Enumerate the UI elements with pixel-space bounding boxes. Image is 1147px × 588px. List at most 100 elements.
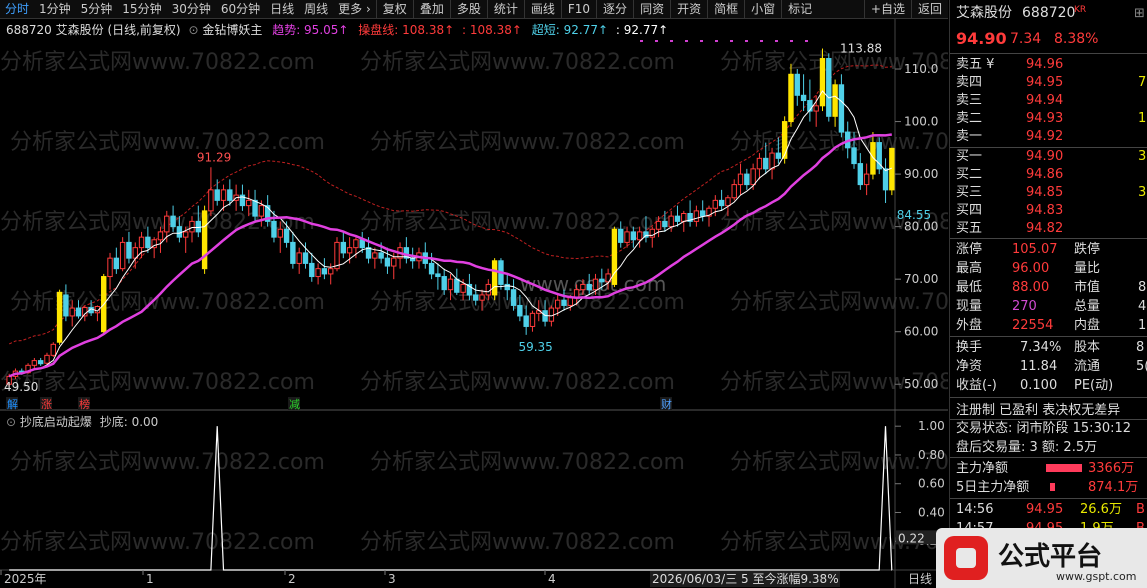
kline-chart[interactable]: 分析家公式网www.70822.com 分析家公式网www.70822.com 分析… xyxy=(0,19,948,588)
indicator-name[interactable]: 金钻博妖主 xyxy=(202,23,262,37)
stat-value-2: 8 xyxy=(1136,340,1145,355)
toolbar-item-5[interactable]: 60分钟 xyxy=(216,0,265,18)
bid-label: 买一 xyxy=(956,149,983,164)
event-tag[interactable]: 榜 xyxy=(79,397,90,411)
candle-body xyxy=(189,220,195,233)
candle-body xyxy=(794,73,800,96)
quote-row: 涨停 105.07 跌停 xyxy=(950,240,1147,259)
event-tag[interactable]: 涨 xyxy=(41,398,52,411)
watermark-text: 分析家公式网www.70822.com xyxy=(730,290,948,315)
stat-value-2: 4 xyxy=(1138,299,1147,314)
sub-tick-label: 0.40 xyxy=(918,505,945,519)
5day-flow: 5日主力净额 874.1万 xyxy=(950,478,1147,497)
toolbar-item-10[interactable]: 叠加 xyxy=(412,0,450,18)
toolbar-item-4[interactable]: 30分钟 xyxy=(167,0,216,18)
expand-icon[interactable]: ⊞ xyxy=(1134,4,1145,23)
oper-line-value: 操盘线: 108.38↑ xyxy=(358,23,455,37)
toolbar-item-16[interactable]: 同资 xyxy=(633,0,670,18)
candle-body xyxy=(662,220,668,228)
event-tag[interactable]: 解 xyxy=(7,397,18,411)
candle-body xyxy=(788,73,794,123)
short-value: 超短: 92.77↑ xyxy=(531,23,609,37)
candle-body xyxy=(857,163,864,186)
candle-body xyxy=(296,252,302,264)
event-tag[interactable]: 财 xyxy=(661,397,672,411)
toolbar-item-18[interactable]: 简框 xyxy=(707,0,744,18)
candle-body xyxy=(208,189,214,212)
quote-row: 买五 94.82 xyxy=(950,219,1147,238)
candle-body xyxy=(517,304,523,317)
candle-body xyxy=(769,152,775,170)
candle-body xyxy=(838,84,845,133)
ask-vol: 7 xyxy=(1138,75,1147,90)
stat-label-2: 总量 xyxy=(1074,299,1101,314)
stat-value: 270 xyxy=(1012,299,1037,314)
candle-body xyxy=(529,312,536,327)
sub-indicator-name[interactable]: 抄底启动起爆 xyxy=(20,415,92,429)
divider xyxy=(950,397,1147,398)
toolbar-item-21[interactable]: +自选 xyxy=(863,0,911,18)
tags-text: 注册制 已盈利 表决权无差异 xyxy=(956,403,1121,418)
toolbar-item-17[interactable]: 开资 xyxy=(670,0,707,18)
period-toolbar: 分时 1分钟 5分钟 15分钟 30分钟 60分钟 日线 周线 更多 › 复权 叠加 多股 统计 画线 F1… xyxy=(0,0,948,19)
toolbar-item-19[interactable]: 小窗 xyxy=(744,0,781,18)
watermark-text: 分析家公式网www.70822.com xyxy=(730,130,948,155)
ask-label: 卖二 xyxy=(956,111,983,126)
stat-label: 最低 xyxy=(956,280,983,295)
watermark-text: 分析家公式网www.70822.com xyxy=(10,450,325,475)
candle-body xyxy=(636,231,643,241)
toolbar-item-3[interactable]: 15分钟 xyxy=(117,0,166,18)
time-tick-label: 2025年 xyxy=(4,572,47,586)
candle-body xyxy=(214,189,220,201)
sub-settings-icon[interactable]: ⊙ xyxy=(6,415,16,429)
quote-row: 卖二 94.93 11 xyxy=(950,109,1147,128)
price-annotation: 59.35 xyxy=(518,340,552,354)
stat-label-2: 内盘 xyxy=(1074,318,1101,333)
price-tick-label: 70.00 xyxy=(904,272,938,286)
ask-price: 94.95 xyxy=(1026,75,1064,90)
toolbar-item-8[interactable]: 更多 › xyxy=(333,0,376,18)
candle-body xyxy=(725,197,731,207)
main-flow-bar xyxy=(1046,464,1082,472)
toolbar-item-15[interactable]: 逐分 xyxy=(596,0,633,18)
toolbar-item-2[interactable]: 5分钟 xyxy=(76,0,118,18)
toolbar-item-11[interactable]: 多股 xyxy=(449,0,487,18)
stat-value: 7.34% xyxy=(1020,340,1062,355)
candle-body xyxy=(227,189,233,201)
toolbar-item-7[interactable]: 周线 xyxy=(299,0,333,18)
toolbar-item-22[interactable]: 返回 xyxy=(910,0,948,18)
tick-flag: B xyxy=(1136,502,1145,517)
candle-body xyxy=(44,354,50,364)
toolbar-item-20[interactable]: 标记 xyxy=(781,0,818,18)
time-tick-label: 2 xyxy=(288,572,296,586)
candle-body xyxy=(441,276,447,291)
stock-name: 艾森股份 xyxy=(956,5,1012,21)
settings-icon[interactable]: ⊙ xyxy=(188,23,198,37)
last-price: 94.90 xyxy=(956,29,1007,48)
candle-body xyxy=(321,268,328,275)
toolbar-item-0[interactable]: 分时 xyxy=(0,0,34,18)
divider xyxy=(950,53,1147,54)
event-tag[interactable]: 减 xyxy=(289,398,300,411)
candle-body xyxy=(252,199,258,217)
candle-body xyxy=(126,241,132,259)
toolbar-item-13[interactable]: 画线 xyxy=(523,0,561,18)
sub-cursor-value: 0.22 xyxy=(898,531,925,545)
signal-dot xyxy=(715,40,718,42)
stat-label-2: 股本 xyxy=(1074,340,1101,355)
price-change: 7.34 xyxy=(1010,31,1042,47)
candle-body xyxy=(302,252,309,264)
stat-label: 外盘 xyxy=(956,318,983,333)
divider xyxy=(950,238,1147,239)
ask-label: 卖三 xyxy=(956,93,983,108)
candle-body xyxy=(454,278,460,293)
candle-body xyxy=(832,84,838,117)
toolbar-item-12[interactable]: 统计 xyxy=(486,0,524,18)
quote-row: 最低 88.00 市值 8 xyxy=(950,278,1147,297)
toolbar-item-9[interactable]: 复权 xyxy=(375,0,413,18)
toolbar-item-1[interactable]: 1分钟 xyxy=(34,0,76,18)
bid-label: 买四 xyxy=(956,203,983,218)
ask-label: 卖一 xyxy=(956,129,983,144)
toolbar-item-14[interactable]: F10 xyxy=(560,0,596,18)
toolbar-item-6[interactable]: 日线 xyxy=(265,0,299,18)
